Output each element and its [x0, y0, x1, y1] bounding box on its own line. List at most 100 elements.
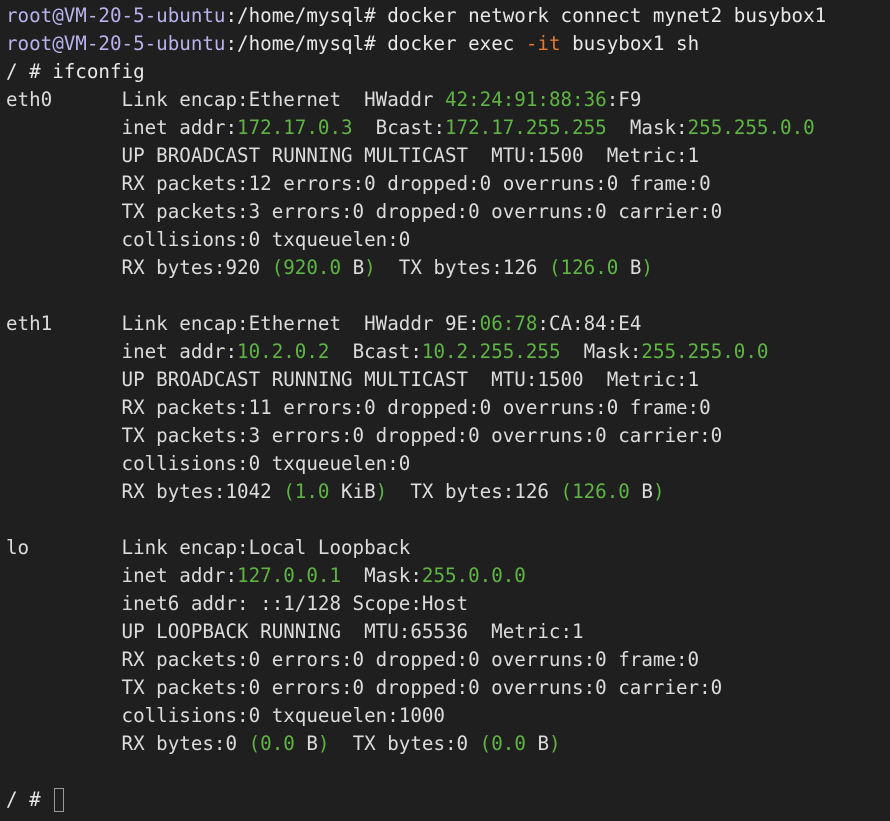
terminal-text-segment: (1.0 [283, 480, 342, 503]
terminal-text-segment: 255.0.0.0 [421, 564, 526, 587]
terminal-line: inet addr:10.2.0.2 Bcast:10.2.255.255 Ma… [6, 338, 890, 366]
terminal-line: inet addr:172.17.0.3 Bcast:172.17.255.25… [6, 114, 890, 142]
terminal-line: collisions:0 txqueuelen:0 [6, 226, 890, 254]
terminal-text-segment: lo Link encap:Local Loopback [6, 536, 411, 559]
terminal-text-segment: ) [375, 480, 388, 503]
terminal-text-segment: RX bytes:1042 [6, 480, 284, 503]
terminal-text-segment: B [306, 732, 318, 755]
terminal-line: RX packets:12 errors:0 dropped:0 overrun… [6, 170, 890, 198]
terminal-text-segment: ) [641, 256, 653, 279]
terminal-line: / # ifconfig [6, 58, 890, 86]
terminal-line: collisions:0 txqueuelen:1000 [6, 702, 890, 730]
terminal-line: root@VM-20-5-ubuntu:/home/mysql# docker … [6, 30, 890, 58]
terminal-text-segment: Bcast: [329, 340, 422, 363]
terminal-text-segment: 255.255.0.0 [687, 116, 815, 139]
terminal-text-segment: RX bytes:0 [6, 732, 249, 755]
terminal-text-segment: collisions:0 txqueuelen:0 [6, 452, 411, 475]
terminal-line: TX packets:3 errors:0 dropped:0 overruns… [6, 422, 890, 450]
terminal-text-segment: ) [652, 480, 665, 503]
terminal-text-segment: inet addr: [6, 116, 238, 139]
terminal-text-segment: TX bytes:0 [329, 732, 480, 755]
terminal-text-segment: :CA:84:E4 [537, 312, 642, 335]
terminal-text-segment: 127.0.0.1 [237, 564, 342, 587]
terminal-text-segment: UP BROADCAST RUNNING MULTICAST MTU:1500 … [6, 368, 700, 391]
terminal-line: inet addr:127.0.0.1 Mask:255.0.0.0 [6, 562, 890, 590]
terminal-text-segment: TX packets:3 errors:0 dropped:0 overruns… [6, 200, 723, 223]
terminal-line: lo Link encap:Local Loopback [6, 534, 890, 562]
terminal-text-segment: B [352, 256, 365, 279]
terminal-line: UP BROADCAST RUNNING MULTICAST MTU:1500 … [6, 142, 890, 170]
terminal-line: RX bytes:1042 (1.0 KiB) TX bytes:126 (12… [6, 478, 890, 506]
terminal-line: UP BROADCAST RUNNING MULTICAST MTU:1500 … [6, 366, 890, 394]
terminal-text-segment: docker exec [387, 32, 526, 55]
terminal-line: root@VM-20-5-ubuntu:/home/mysql# docker … [6, 2, 890, 30]
terminal-text-segment: UP LOOPBACK RUNNING MTU:65536 Metric:1 [6, 620, 584, 643]
terminal-text-segment: TX bytes:126 [375, 256, 549, 279]
terminal-text-segment: eth1 Link encap:Ethernet HWaddr 9E: [6, 312, 480, 335]
terminal-text-segment: inet addr: [6, 564, 238, 587]
terminal-text-segment: 172.17.0.3 [237, 116, 353, 139]
terminal-line: TX packets:3 errors:0 dropped:0 overruns… [6, 198, 890, 226]
terminal-text-segment: Bcast: [352, 116, 445, 139]
terminal-line: RX bytes:920 (920.0 B) TX bytes:126 (126… [6, 254, 890, 282]
terminal-text-segment: (0.0 [248, 732, 307, 755]
terminal-text-segment: Mask: [341, 564, 422, 587]
terminal-text-segment: RX bytes:920 [6, 256, 272, 279]
terminal-text-segment: root@VM-20-5-ubuntu [6, 4, 226, 27]
terminal-text-segment: RX packets:11 errors:0 dropped:0 overrun… [6, 396, 711, 419]
terminal-text-segment: TX packets:0 errors:0 dropped:0 overruns… [6, 676, 723, 699]
terminal-text-segment: root@VM-20-5-ubuntu [6, 32, 226, 55]
terminal-text-segment: collisions:0 txqueuelen:0 [6, 228, 411, 251]
terminal-text-segment: / # ifconfig [6, 60, 145, 83]
terminal-text-segment: inet6 addr: ::1/128 Scope:Host [6, 592, 469, 615]
terminal-text-segment: B [629, 256, 642, 279]
terminal-text-segment: :/home/mysql# [225, 32, 388, 55]
terminal-text-segment: B [641, 480, 653, 503]
terminal-text-segment: ) [364, 256, 376, 279]
terminal-text-segment: 10.2.0.2 [237, 340, 330, 363]
terminal-line: RX packets:0 errors:0 dropped:0 overruns… [6, 646, 890, 674]
block-cursor-icon[interactable] [54, 788, 65, 812]
terminal-text-segment: RX packets:12 errors:0 dropped:0 overrun… [6, 172, 711, 195]
terminal-text-segment: TX packets:3 errors:0 dropped:0 overruns… [6, 424, 723, 447]
terminal-text-segment: -it [525, 32, 561, 55]
terminal-line: RX packets:11 errors:0 dropped:0 overrun… [6, 394, 890, 422]
terminal-text-segment: KiB [341, 480, 376, 503]
terminal-text-segment: B [537, 732, 549, 755]
terminal-text-segment: 172.17.255.255 [445, 116, 607, 139]
terminal-line: / # [6, 786, 890, 814]
terminal-text-segment: :/home/mysql# [225, 4, 388, 27]
terminal-text-segment: 255.255.0.0 [641, 340, 769, 363]
terminal-text-segment: 10.2.255.255 [421, 340, 561, 363]
terminal-text-segment: UP BROADCAST RUNNING MULTICAST MTU:1500 … [6, 144, 700, 167]
terminal-text-segment: eth0 Link encap:Ethernet HWaddr [6, 88, 445, 111]
terminal-line: UP LOOPBACK RUNNING MTU:65536 Metric:1 [6, 618, 890, 646]
terminal-text-segment: busybox1 sh [560, 32, 700, 55]
terminal-text-segment: RX packets:0 errors:0 dropped:0 overruns… [6, 648, 700, 671]
terminal-text-segment: (0.0 [479, 732, 538, 755]
terminal-text-segment: (126.0 [548, 256, 630, 279]
terminal-text-segment: (920.0 [271, 256, 353, 279]
terminal-text-segment: Mask: [560, 340, 642, 363]
terminal-line: eth0 Link encap:Ethernet HWaddr 42:24:91… [6, 86, 890, 114]
terminal-text-segment: 06:78 [479, 312, 538, 335]
terminal-text-segment: :F9 [606, 88, 642, 111]
terminal-text-segment: collisions:0 txqueuelen:1000 [6, 704, 445, 727]
terminal-text-segment: TX bytes:126 [387, 480, 561, 503]
terminal-text-segment: inet addr: [6, 340, 238, 363]
terminal-text-segment: / # [6, 788, 53, 811]
terminal-line: inet6 addr: ::1/128 Scope:Host [6, 590, 890, 618]
terminal-text-segment: ) [317, 732, 330, 755]
terminal-output[interactable]: root@VM-20-5-ubuntu:/home/mysql# docker … [0, 0, 890, 821]
terminal-line: eth1 Link encap:Ethernet HWaddr 9E:06:78… [6, 310, 890, 338]
terminal-line: TX packets:0 errors:0 dropped:0 overruns… [6, 674, 890, 702]
terminal-text-segment: (126.0 [560, 480, 642, 503]
terminal-text-segment: 42:24:91:88:36 [444, 88, 607, 111]
terminal-text-segment: docker network connect mynet2 busybox1 [387, 4, 827, 27]
terminal-text-segment: Mask: [606, 116, 688, 139]
terminal-text-segment: ) [549, 732, 561, 755]
terminal-line: collisions:0 txqueuelen:0 [6, 450, 890, 478]
